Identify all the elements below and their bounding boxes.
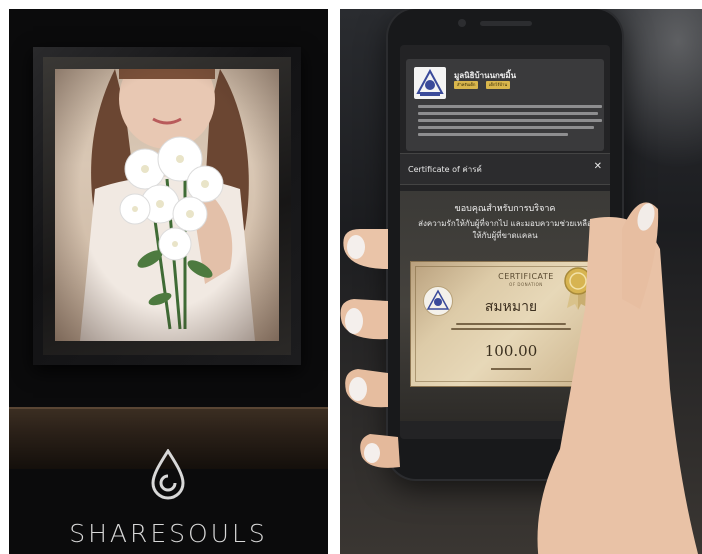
foundation-emblem-icon — [416, 68, 444, 96]
app-screenshot-panel: มูลนิธิบ้านนกขมิ้น สำหรับเด็ก เด็กไร้บ้า… — [340, 9, 702, 554]
photo-vignette — [55, 69, 279, 341]
organization-logo — [414, 67, 446, 99]
speaker-grill — [480, 21, 532, 26]
camera-icon — [458, 19, 466, 27]
tag-badge: สำหรับเด็ก — [454, 81, 479, 89]
close-icon[interactable]: ✕ — [594, 161, 602, 172]
certificate-dialog-header: Certificate of ค่ารค์ ✕ — [400, 153, 610, 185]
dialog-title: Certificate of ค่ารค์ — [408, 165, 482, 174]
memorial-photo — [55, 69, 279, 341]
picture-frame — [33, 47, 301, 365]
memorial-frame-panel: SHARESOULS — [9, 9, 328, 554]
hand-holding-phone — [340, 202, 699, 554]
tag-badge: เด็กไร้บ้าน — [486, 81, 511, 89]
brand-name: SHARESOULS — [69, 519, 268, 548]
organization-description — [418, 105, 602, 140]
sharesouls-logo-icon — [151, 449, 185, 500]
organization-card[interactable]: มูลนิธิบ้านนกขมิ้น สำหรับเด็ก เด็กไร้บ้า… — [406, 59, 604, 151]
